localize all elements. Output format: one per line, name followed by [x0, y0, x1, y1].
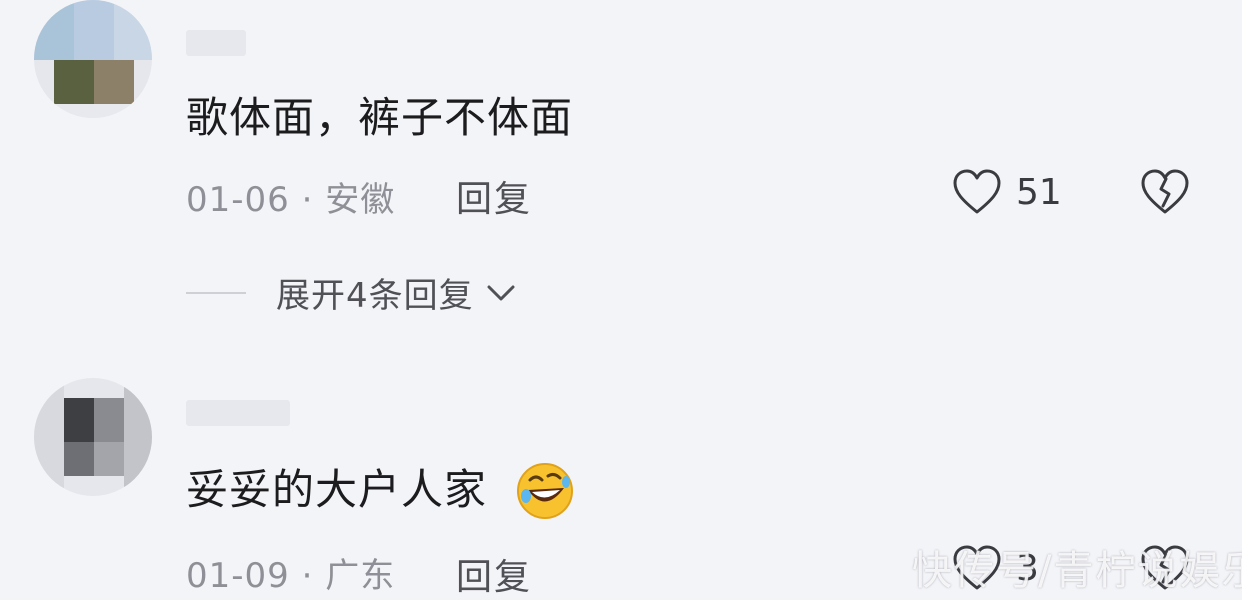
- comment-text: 妥妥的大户人家: [186, 464, 487, 516]
- expand-replies-label: 展开4条回复: [276, 276, 474, 316]
- broken-heart-icon: [1141, 169, 1189, 214]
- comment-text-content: 妥妥的大户人家: [186, 465, 488, 514]
- rolling-laughing-emoji-icon: [517, 463, 573, 519]
- like-button[interactable]: 51: [952, 168, 1062, 216]
- comment-item: 歌体面，裤子不体面 01-06 · 安徽 回复 51 展开4条回复: [0, 0, 1242, 330]
- chevron-down-icon: [487, 285, 515, 300]
- dislike-button[interactable]: [1140, 168, 1190, 220]
- watermark: 快传号/青柠说娱乐: [912, 548, 1242, 594]
- heart-icon: [953, 169, 1001, 214]
- reply-button[interactable]: 回复: [456, 170, 532, 222]
- like-count: 51: [1016, 171, 1062, 213]
- avatar[interactable]: [34, 0, 152, 118]
- avatar[interactable]: [34, 378, 152, 496]
- comment-date-location: 01-06 · 安徽: [186, 180, 396, 220]
- expand-replies[interactable]: 展开4条回复: [186, 268, 516, 317]
- comment-date-location: 01-09 · 广东: [186, 556, 396, 596]
- reply-button[interactable]: 回复: [456, 548, 532, 600]
- username-blurred[interactable]: [186, 400, 290, 426]
- username-blurred[interactable]: [186, 30, 246, 56]
- divider: [186, 291, 246, 294]
- comment-text: 歌体面，裤子不体面: [186, 93, 574, 142]
